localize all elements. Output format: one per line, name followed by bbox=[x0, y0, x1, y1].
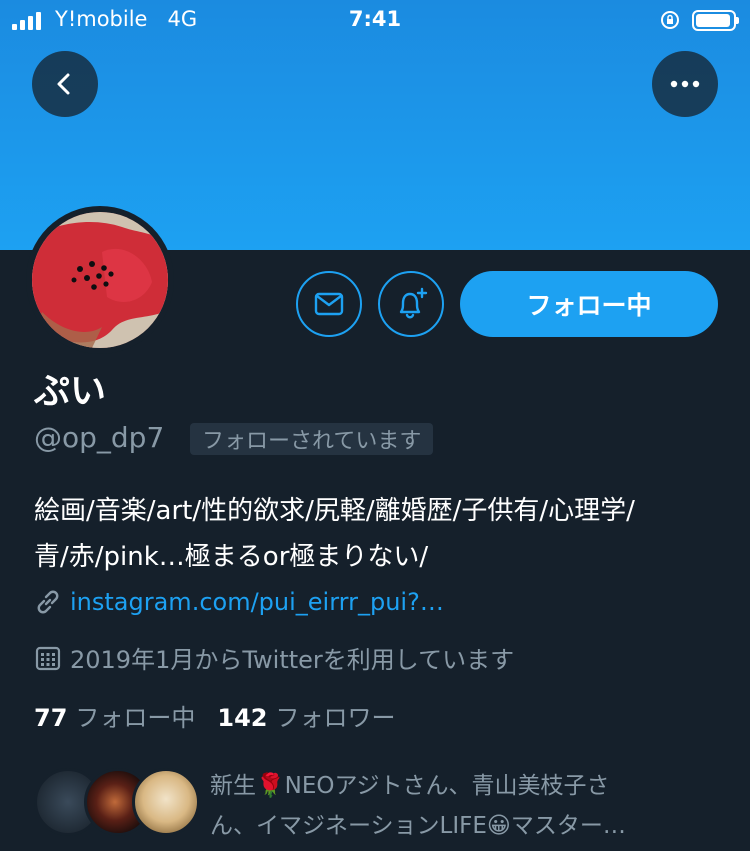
website-link[interactable]: instagram.com/pui_eirrr_pui?… bbox=[70, 588, 444, 616]
envelope-icon bbox=[314, 292, 344, 316]
message-button[interactable] bbox=[296, 271, 362, 337]
battery-icon bbox=[692, 10, 739, 31]
more-horizontal-icon bbox=[670, 80, 700, 88]
display-name: ぷい bbox=[34, 371, 107, 412]
followed-by-section[interactable]: 新生🌹NEOアジトさん、青山美枝子さ ん、イマジネーションLIFE😀マスター… bbox=[34, 766, 724, 846]
follows-you-badge: フォローされています bbox=[190, 423, 434, 455]
more-options-button[interactable] bbox=[652, 51, 718, 117]
profile-website[interactable]: instagram.com/pui_eirrr_pui?… bbox=[34, 588, 444, 616]
following-button[interactable]: フォロー中 bbox=[460, 271, 718, 337]
join-date-text: 2019年1月からTwitterを利用しています bbox=[70, 646, 515, 674]
user-handle: @op_dp7 bbox=[34, 421, 165, 454]
bio-line: 青/赤/pink…極まるor極まりない/ bbox=[34, 542, 429, 572]
followers-count: 142 bbox=[217, 704, 268, 732]
notifications-button[interactable] bbox=[378, 271, 444, 337]
chevron-left-icon bbox=[57, 73, 70, 95]
avatar bbox=[132, 768, 200, 836]
following-stat[interactable]: 77 フォロー中 bbox=[34, 698, 195, 733]
profile-avatar[interactable] bbox=[26, 206, 174, 354]
following-count: 77 bbox=[34, 704, 68, 732]
profile-bio: 絵画/音楽/art/性的欲求/尻軽/離婚歴/子供有/心理学/ 青/赤/pink…… bbox=[34, 488, 724, 580]
followed-by-text: 新生🌹NEOアジトさん、青山美枝子さ ん、イマジネーションLIFE😀マスター… bbox=[210, 773, 626, 839]
join-date: 2019年1月からTwitterを利用しています bbox=[34, 640, 514, 675]
mutual-avatars bbox=[34, 768, 200, 836]
followers-stat[interactable]: 142 フォロワー bbox=[217, 698, 395, 733]
followers-label: フォロワー bbox=[275, 704, 396, 732]
profile-stats: 77 フォロー中 142 フォロワー bbox=[34, 698, 396, 733]
following-label: フォロー中 bbox=[75, 704, 196, 732]
back-button[interactable] bbox=[32, 51, 98, 117]
avatar-image bbox=[32, 212, 168, 348]
bio-line: 絵画/音楽/art/性的欲求/尻軽/離婚歴/子供有/心理学/ bbox=[34, 496, 635, 526]
link-icon bbox=[37, 590, 59, 614]
bell-plus-icon bbox=[399, 287, 428, 319]
status-bar: Y!mobile 4G 7:41 bbox=[0, 0, 750, 42]
calendar-icon bbox=[35, 646, 61, 670]
status-time: 7:41 bbox=[348, 7, 402, 31]
orientation-lock-icon bbox=[661, 11, 679, 29]
